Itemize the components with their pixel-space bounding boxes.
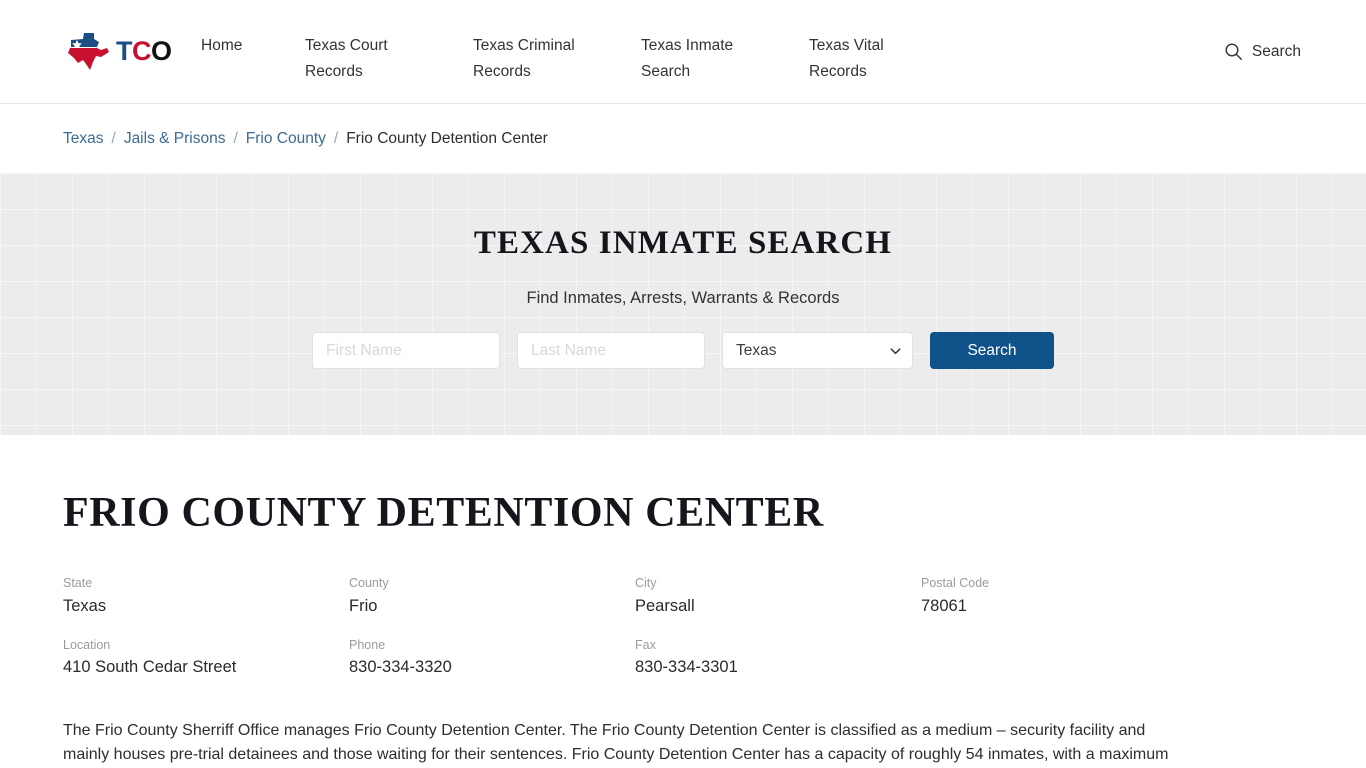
fact-state: State Texas <box>63 575 349 617</box>
site-header: TCO Home Texas Court Records Texas Crimi… <box>0 0 1366 104</box>
breadcrumb: Texas / Jails & Prisons / Frio County / … <box>63 130 1303 148</box>
header-search-label: Search <box>1251 42 1301 60</box>
facility-description: The Frio County Sherriff Office manages … <box>63 721 1169 763</box>
fact-postal-code-value: 78061 <box>921 596 967 615</box>
state-select-wrapper: Texas <box>722 332 913 369</box>
main-content: Frio County Detention Center State Texas… <box>63 435 1303 768</box>
fact-phone: Phone 830-334-3320 <box>349 637 635 679</box>
header-inner: TCO Home Texas Court Records Texas Crimi… <box>63 0 1303 104</box>
breadcrumb-bar: Texas / Jails & Prisons / Frio County / … <box>0 104 1366 173</box>
logo-wordmark: TCO <box>116 38 172 65</box>
breadcrumb-item-frio-county[interactable]: Frio County <box>246 130 326 148</box>
nav-item-texas-court-records-label: Texas Court Records <box>305 36 388 80</box>
breadcrumb-item-jails-prisons[interactable]: Jails & Prisons <box>124 130 226 148</box>
fact-state-label: State <box>63 576 93 591</box>
hero-title: Texas Inmate Search <box>473 225 893 261</box>
header-search-toggle[interactable]: Search <box>1224 42 1303 61</box>
page-title: Frio County Detention Center <box>63 490 824 536</box>
hero-search-button[interactable]: Search <box>930 332 1054 369</box>
fact-fax: Fax 830-334-3301 <box>635 637 921 679</box>
first-name-input[interactable] <box>312 332 500 369</box>
breadcrumb-item-current: Frio County Detention Center <box>346 129 548 147</box>
nav-cell-texas-vital-records: Texas Vital Records <box>809 21 977 85</box>
nav-cell-home: Home <box>201 21 305 59</box>
fact-location-label: Location <box>63 638 111 653</box>
hero-subtitle: Find Inmates, Arrests, Warrants & Record… <box>526 289 840 307</box>
last-name-input[interactable] <box>517 332 705 369</box>
logo-letter-c: C <box>132 36 152 66</box>
fact-county-value: Frio <box>349 596 378 615</box>
fact-city-value: Pearsall <box>635 596 695 615</box>
facility-details-grid: State Texas County Frio City Pearsall Po… <box>63 575 1303 678</box>
nav-item-texas-court-records[interactable]: Texas Court Records <box>305 33 473 85</box>
nav-item-texas-criminal-records[interactable]: Texas Criminal Records <box>473 33 641 85</box>
fact-fax-label: Fax <box>635 638 656 653</box>
nav-item-texas-vital-records-label: Texas Vital Records <box>809 36 884 80</box>
fact-city-label: City <box>635 576 657 591</box>
breadcrumb-item-texas[interactable]: Texas <box>63 130 104 148</box>
texas-state-icon <box>68 32 109 70</box>
state-select[interactable]: Texas <box>722 332 913 369</box>
breadcrumb-separator: / <box>233 129 238 147</box>
fact-county-label: County <box>349 576 389 591</box>
nav-item-home[interactable]: Home <box>201 33 305 59</box>
nav-cell-texas-criminal-records: Texas Criminal Records <box>473 21 641 85</box>
fact-county: County Frio <box>349 575 635 617</box>
nav-item-texas-vital-records[interactable]: Texas Vital Records <box>809 33 977 85</box>
nav-item-texas-inmate-search[interactable]: Texas Inmate Search <box>641 33 809 85</box>
fact-postal-code: Postal Code 78061 <box>921 575 1207 617</box>
fact-city: City Pearsall <box>635 575 921 617</box>
inmate-search-form: Texas Search <box>312 332 1054 369</box>
fact-location-value: 410 South Cedar Street <box>63 658 237 677</box>
nav-cell-texas-court-records: Texas Court Records <box>305 21 473 85</box>
nav-item-texas-criminal-records-label: Texas Criminal Records <box>473 36 575 80</box>
site-logo[interactable]: TCO <box>63 30 193 74</box>
nav-cell-texas-inmate-search: Texas Inmate Search <box>641 21 809 85</box>
nav-item-texas-inmate-search-label: Texas Inmate Search <box>641 36 734 80</box>
search-icon <box>1225 43 1242 61</box>
logo-letter-t: T <box>116 36 133 66</box>
fact-postal-code-label: Postal Code <box>921 576 990 591</box>
nav-item-home-label: Home <box>201 36 243 54</box>
breadcrumb-separator: / <box>111 129 116 147</box>
hero-search-section: Texas Inmate Search Find Inmates, Arrest… <box>0 173 1366 435</box>
logo-letter-o: O <box>151 36 172 66</box>
fact-location: Location 410 South Cedar Street <box>63 637 349 679</box>
fact-fax-value: 830-334-3301 <box>635 658 738 677</box>
fact-phone-label: Phone <box>349 638 386 653</box>
fact-phone-value: 830-334-3320 <box>349 658 452 677</box>
breadcrumb-separator: / <box>333 129 339 147</box>
main-navigation: Home Texas Court Records Texas Criminal … <box>201 19 1224 85</box>
fact-state-value: Texas <box>63 596 107 615</box>
